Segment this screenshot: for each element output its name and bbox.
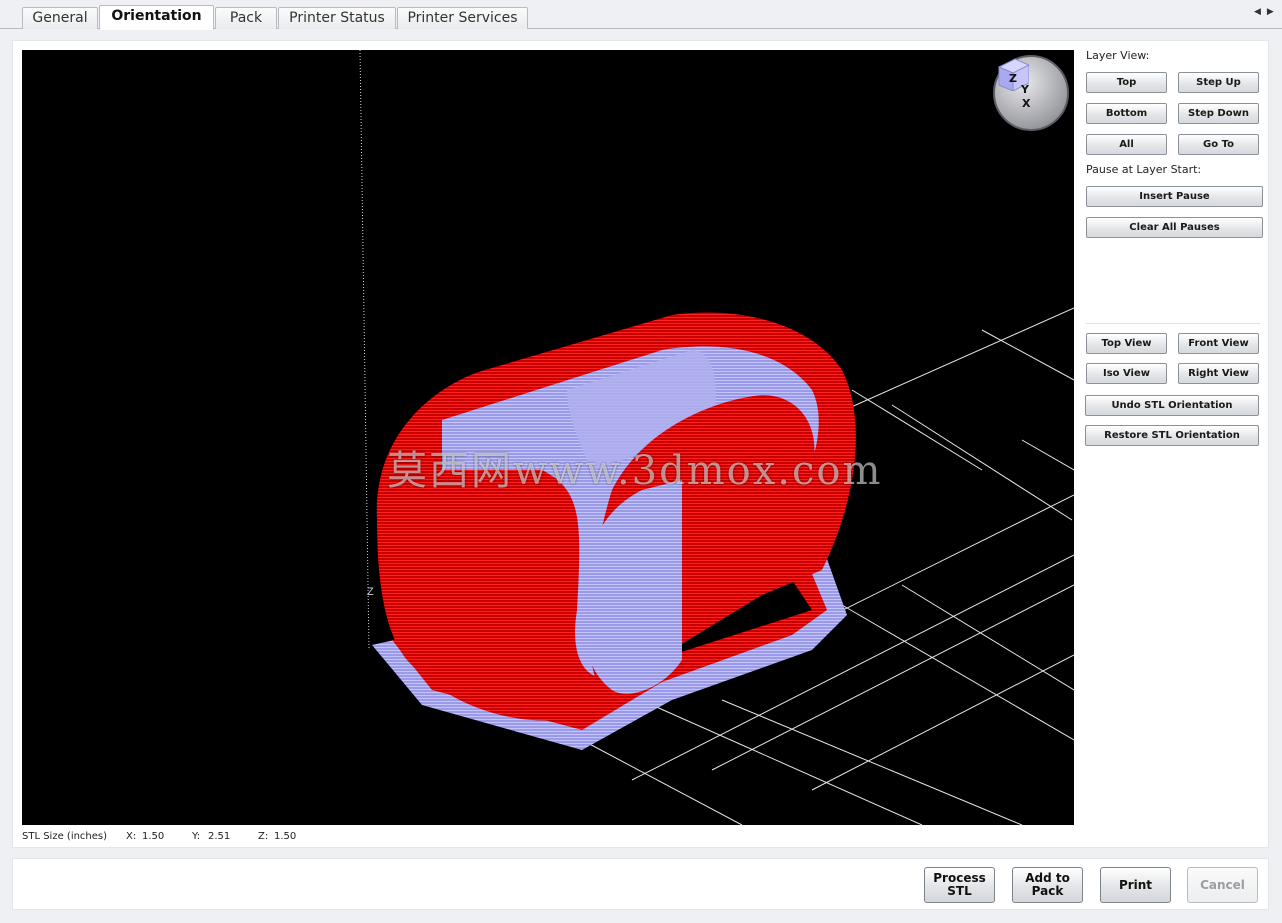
tab-scroll-right-icon[interactable]: ▶ bbox=[1267, 7, 1280, 17]
tab-pack[interactable]: Pack bbox=[215, 7, 277, 29]
gizmo-x-label: X bbox=[1022, 97, 1031, 110]
layer-all-button[interactable]: All bbox=[1086, 134, 1167, 155]
side-separator bbox=[1086, 323, 1260, 324]
cancel-button[interactable]: Cancel bbox=[1187, 867, 1258, 903]
stl-z-value: 1.50 bbox=[274, 831, 297, 842]
tab-orientation[interactable]: Orientation bbox=[99, 5, 214, 30]
tab-bar: General Orientation Pack Printer Status … bbox=[0, 0, 1282, 30]
stl-y-label: Y: bbox=[192, 831, 201, 842]
tab-general[interactable]: General bbox=[22, 7, 98, 29]
stl-x-label: X: bbox=[126, 831, 137, 842]
3d-viewport[interactable]: Z 莫西网www.3dmox.com Z Y X bbox=[22, 50, 1074, 825]
stl-x-value: 1.50 bbox=[142, 831, 165, 842]
undo-stl-orientation-button[interactable]: Undo STL Orientation bbox=[1085, 395, 1259, 416]
add-to-pack-button[interactable]: Add to Pack bbox=[1012, 867, 1083, 903]
front-view-button[interactable]: Front View bbox=[1178, 333, 1259, 354]
z-axis-label: Z bbox=[367, 586, 374, 598]
iso-view-button[interactable]: Iso View bbox=[1086, 363, 1167, 384]
layer-step-down-button[interactable]: Step Down bbox=[1178, 103, 1259, 124]
process-stl-button[interactable]: Process STL bbox=[924, 867, 995, 903]
layer-top-button[interactable]: Top bbox=[1086, 72, 1167, 93]
layer-bottom-button[interactable]: Bottom bbox=[1086, 103, 1167, 124]
gizmo-y-label: Y bbox=[1021, 83, 1029, 96]
axis-orientation-gizmo[interactable]: Z Y X bbox=[993, 55, 1069, 131]
insert-pause-button[interactable]: Insert Pause bbox=[1086, 186, 1263, 207]
layer-go-to-button[interactable]: Go To bbox=[1178, 134, 1259, 155]
stl-size-label: STL Size (inches) bbox=[22, 831, 108, 842]
top-view-button[interactable]: Top View bbox=[1086, 333, 1167, 354]
restore-stl-orientation-button[interactable]: Restore STL Orientation bbox=[1085, 425, 1259, 446]
clear-all-pauses-button[interactable]: Clear All Pauses bbox=[1086, 217, 1263, 238]
right-view-button[interactable]: Right View bbox=[1178, 363, 1259, 384]
tab-printer-status[interactable]: Printer Status bbox=[278, 7, 396, 29]
print-button[interactable]: Print bbox=[1100, 867, 1171, 903]
watermark-text: 莫西网www.3dmox.com bbox=[387, 448, 883, 494]
stl-z-label: Z: bbox=[258, 831, 269, 842]
layer-step-up-button[interactable]: Step Up bbox=[1178, 72, 1259, 93]
gizmo-z-label: Z bbox=[1009, 72, 1017, 85]
tab-scroll-arrows[interactable]: ◀▶ bbox=[1254, 7, 1276, 19]
app-window: General Orientation Pack Printer Status … bbox=[0, 0, 1282, 923]
pause-at-layer-title: Pause at Layer Start: bbox=[1086, 163, 1202, 176]
layer-view-title: Layer View: bbox=[1086, 49, 1150, 62]
tab-scroll-left-icon[interactable]: ◀ bbox=[1254, 7, 1267, 17]
tab-printer-services[interactable]: Printer Services bbox=[397, 7, 528, 29]
stl-y-value: 2.51 bbox=[208, 831, 231, 842]
